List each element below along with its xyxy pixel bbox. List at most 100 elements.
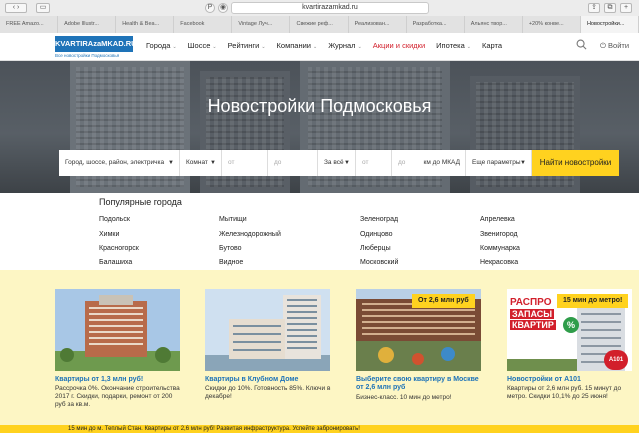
chevron-down-icon: ⌄ xyxy=(357,44,362,50)
city-link[interactable]: Бутово xyxy=(219,245,242,252)
browser-tab[interactable]: +20% конве... xyxy=(522,16,581,33)
nav-journal[interactable]: Журнал ⌄ xyxy=(328,41,362,50)
nav-promotions[interactable]: Акции и скидки xyxy=(373,41,425,50)
city-link[interactable]: Видное xyxy=(219,259,243,266)
price-unit-select[interactable]: За всё ▼ xyxy=(318,150,356,176)
nav-label: Компании xyxy=(276,41,311,50)
promo-section: Квартиры от 1,3 млн руб! Рассрочка 0%. О… xyxy=(0,270,639,433)
price-to-input[interactable]: до xyxy=(268,150,318,176)
nav-label: Журнал xyxy=(328,41,356,50)
browser-tab[interactable]: Facebook xyxy=(174,16,233,33)
browser-tab[interactable]: Vintage Луч... xyxy=(232,16,291,33)
new-tab-button[interactable]: + xyxy=(620,3,632,13)
a101-logo: А101 xyxy=(604,350,628,370)
logo-tagline: Все новостройки Подмосковья xyxy=(55,53,120,58)
nav-companies[interactable]: Компании ⌄ xyxy=(277,41,318,50)
chevron-down-icon: ⌄ xyxy=(312,44,318,50)
nav-label: Рейтинги xyxy=(227,41,260,50)
city-link[interactable]: Одинцово xyxy=(360,231,393,238)
nav-ratings[interactable]: Рейтинги ⌄ xyxy=(228,41,266,50)
sidebar-toggle-icon[interactable]: ▭ xyxy=(36,3,50,13)
shield-icon[interactable]: ◉ xyxy=(218,3,228,13)
browser-tab[interactable]: Альянс твор... xyxy=(464,16,523,33)
distance-to-input[interactable]: до км до МКАД xyxy=(392,150,466,176)
tabs-overview-icon[interactable]: ⧉ xyxy=(604,3,616,13)
tab-strip: FREE Amazo... Adobe Illustr... Health & … xyxy=(0,16,639,33)
site-logo[interactable]: KVARTIRAzaMKAD.RU xyxy=(55,36,137,52)
browser-chrome: ‹ › ▭ P ◉ kvartirazamkad.ru ⇪ ⧉ + FREE A… xyxy=(0,0,639,33)
distance-from-input[interactable]: от xyxy=(356,150,392,176)
city-link[interactable]: Зеленоград xyxy=(360,216,398,223)
city-link[interactable]: Балашиха xyxy=(99,259,132,266)
browser-tab[interactable]: Health & Bea... xyxy=(116,16,175,33)
percent-icon: % xyxy=(563,317,579,333)
nav-highways[interactable]: Шоссе ⌄ xyxy=(188,41,217,50)
rooms-select-label: Комнат xyxy=(186,159,208,166)
nav-cities[interactable]: Города ⌄ xyxy=(146,41,177,50)
promo-title[interactable]: Квартиры в Клубном Доме xyxy=(205,376,298,383)
promo-title[interactable]: Квартиры от 1,3 млн руб! xyxy=(55,376,143,383)
search-form: Город, шоссе, район, электричка ▼ Комнат ▼… xyxy=(59,150,619,176)
promo-text: Бизнес-класс. 10 мин до метро! xyxy=(356,394,452,401)
rooms-select[interactable]: Комнат ▼ xyxy=(180,150,222,176)
bottom-promo-strip[interactable]: 15 мин до м. Теплый Стан. Квартиры от 2,… xyxy=(0,425,639,433)
chevron-down-icon: ▼ xyxy=(344,160,350,166)
price-unit-label: За всё xyxy=(324,159,344,166)
promo-badge: 15 мин до метро! xyxy=(557,294,629,308)
browser-tab[interactable]: Разработка... xyxy=(406,16,465,33)
city-link[interactable]: Звенигород xyxy=(480,231,518,238)
city-link[interactable]: Коммунарка xyxy=(480,245,520,252)
chevron-down-icon: ⌄ xyxy=(212,44,217,50)
site-header: KVARTIRAzaMKAD.RU Все новостройки Подмос… xyxy=(0,33,639,61)
more-params-label: Еще параметры xyxy=(472,159,521,166)
location-select[interactable]: Город, шоссе, район, электричка ▼ xyxy=(59,150,180,176)
login-link[interactable]: ⏻ Войти xyxy=(600,41,629,51)
login-icon: ⏻ xyxy=(600,41,609,50)
share-icon[interactable]: ⇪ xyxy=(588,3,600,13)
price-from-input[interactable]: от xyxy=(222,150,268,176)
login-label: Войти xyxy=(608,41,630,50)
search-icon[interactable] xyxy=(576,39,587,50)
promo-title[interactable]: Выберите свою квартиру в Москве от 2,6 м… xyxy=(356,376,486,392)
browser-tab-active[interactable]: Новостройки... xyxy=(580,16,639,33)
promo-image[interactable] xyxy=(205,289,330,371)
promo-text: Скидки до 10%. Готовность 85%. Ключи в д… xyxy=(205,385,331,400)
nav-label: Города xyxy=(146,41,171,50)
nav-label: Шоссе xyxy=(187,41,211,50)
more-params-select[interactable]: Еще параметры ▼ xyxy=(466,150,532,176)
city-link[interactable]: Красногорск xyxy=(99,245,139,252)
nav-label: Ипотека xyxy=(436,41,465,50)
browser-tab[interactable]: Свежие реф... xyxy=(290,16,349,33)
back-forward-buttons[interactable]: ‹ › xyxy=(5,3,27,13)
address-bar[interactable]: kvartirazamkad.ru xyxy=(231,2,429,14)
promo-text: Рассрочка 0%. Окончание строительства 20… xyxy=(55,385,180,408)
search-button[interactable]: Найти новостройки xyxy=(532,150,619,176)
browser-tab[interactable]: Реализован... xyxy=(348,16,407,33)
city-link[interactable]: Подольск xyxy=(99,216,130,223)
chevron-down-icon: ⌄ xyxy=(261,44,266,50)
city-link[interactable]: Люберцы xyxy=(360,245,391,252)
chevron-down-icon: ⌄ xyxy=(172,44,177,50)
nav-map[interactable]: Карта xyxy=(482,41,502,50)
city-link[interactable]: Московский xyxy=(360,259,398,266)
pinterest-icon[interactable]: P xyxy=(205,3,215,13)
promo-title[interactable]: Новостройки от А101 xyxy=(507,376,581,383)
city-link[interactable]: Апрелевка xyxy=(480,216,515,223)
promo-banner-line3: КВАРТИР xyxy=(510,320,556,330)
browser-tab[interactable]: FREE Amazo... xyxy=(0,16,59,33)
chevron-down-icon: ▼ xyxy=(168,160,174,166)
city-link[interactable]: Железнодорожный xyxy=(219,231,281,238)
city-link[interactable]: Мытищи xyxy=(219,216,247,223)
promo-image[interactable] xyxy=(55,289,180,371)
popular-cities-title: Популярные города xyxy=(99,197,182,207)
city-link[interactable]: Химки xyxy=(99,231,119,238)
chevron-down-icon: ▼ xyxy=(210,160,216,166)
browser-tab[interactable]: Adobe Illustr... xyxy=(58,16,117,33)
main-nav: Города ⌄ Шоссе ⌄ Рейтинги ⌄ Компании ⌄ Журна… xyxy=(146,41,513,50)
location-select-label: Город, шоссе, район, электричка xyxy=(65,159,165,166)
nav-mortgage[interactable]: Ипотека ⌄ xyxy=(436,41,471,50)
browser-toolbar: ‹ › ▭ P ◉ kvartirazamkad.ru ⇪ ⧉ + xyxy=(0,0,639,16)
distance-to-placeholder: до xyxy=(398,159,406,166)
distance-unit: км до МКАД xyxy=(423,159,461,166)
city-link[interactable]: Некрасовка xyxy=(480,259,518,266)
